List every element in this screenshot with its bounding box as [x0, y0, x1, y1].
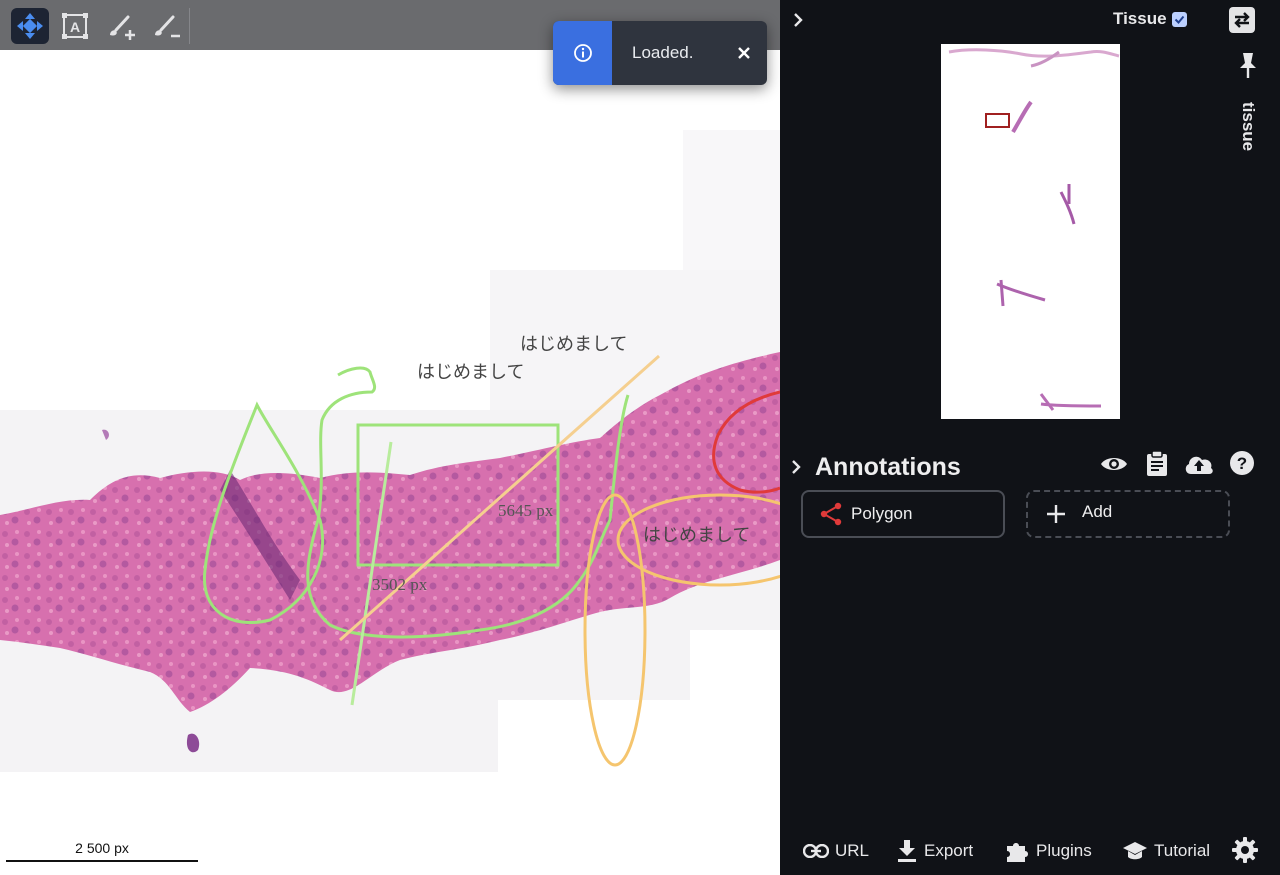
brush-add-tool-button[interactable]	[102, 8, 140, 44]
chevron-right-icon	[792, 460, 801, 474]
add-preset-button[interactable]: Add	[1026, 490, 1230, 538]
swap-icon	[1229, 7, 1255, 33]
pinned-layer-label: tissue	[1239, 102, 1258, 152]
annotation-text-label[interactable]: はじめまして	[643, 521, 750, 547]
upload-button[interactable]	[1183, 450, 1215, 478]
eye-icon	[1101, 458, 1127, 470]
pin-icon	[1240, 53, 1256, 78]
add-preset-label: Add	[1082, 502, 1113, 521]
layer-label: Tissue	[1113, 9, 1167, 28]
text-box-icon: A	[62, 13, 88, 39]
preset-polygon-label: Polygon	[851, 504, 913, 523]
navigate-tool-button[interactable]	[11, 8, 49, 44]
tile-gap	[690, 630, 780, 710]
help-button[interactable]: ?	[1228, 449, 1256, 477]
tutorial-label: Tutorial	[1154, 841, 1211, 860]
navigator-minimap[interactable]	[941, 44, 1120, 419]
slide-canvas[interactable]	[0, 0, 780, 875]
annotations-expand-button[interactable]	[788, 456, 804, 478]
export-button[interactable]: Export	[896, 836, 973, 866]
gear-icon	[1232, 837, 1258, 863]
svg-text:?: ?	[1237, 454, 1247, 473]
toast-icon-box	[553, 21, 612, 85]
preset-polygon[interactable]: Polygon	[801, 490, 1005, 538]
puzzle-icon	[1007, 843, 1028, 862]
plugins-label: Plugins	[1036, 841, 1092, 860]
panel-collapse-button[interactable]	[787, 8, 809, 32]
annotation-text-label[interactable]: はじめまして	[417, 358, 524, 384]
scale-bar-label: 2 500 px	[75, 840, 129, 856]
text-region-tool-button[interactable]: A	[56, 8, 94, 44]
clipboard-button[interactable]	[1143, 450, 1171, 478]
slide-viewer[interactable]: はじめまして はじめまして はじめまして 5645 px 3502 px 2 5…	[0, 0, 780, 875]
layer-visibility-checkbox[interactable]	[1172, 12, 1187, 27]
pinned-layer-label-box: tissue	[1228, 88, 1268, 151]
link-icon	[803, 844, 829, 858]
url-label: URL	[835, 841, 870, 860]
measurement-label: 5645 px	[498, 501, 554, 520]
brush-minus-icon	[155, 15, 180, 38]
help-icon: ?	[1230, 451, 1254, 475]
download-icon	[898, 840, 916, 862]
toolbar-divider	[189, 8, 190, 44]
toast-message: Loaded.	[632, 43, 694, 62]
brush-remove-tool-button[interactable]	[147, 8, 185, 44]
plus-icon	[1047, 505, 1065, 523]
tutorial-button[interactable]: Tutorial	[1122, 836, 1210, 866]
info-icon	[573, 44, 592, 62]
toast-close-button[interactable]	[731, 39, 757, 67]
annotation-text-label[interactable]: はじめまして	[520, 330, 627, 356]
scale-bar: 2 500 px	[6, 838, 198, 862]
plugins-button[interactable]: Plugins	[1004, 836, 1092, 866]
svg-text:A: A	[70, 19, 80, 35]
toggle-visibility-button[interactable]	[1100, 450, 1128, 478]
polygon-share-icon	[820, 502, 842, 526]
annotations-title: Annotations	[815, 453, 961, 481]
notification-toast: Loaded.	[553, 21, 767, 85]
swap-layers-button[interactable]	[1226, 4, 1258, 36]
cloud-upload-icon	[1185, 456, 1213, 474]
chevron-right-icon	[794, 13, 803, 27]
tile-background	[683, 130, 780, 270]
url-button[interactable]: URL	[803, 836, 869, 866]
graduation-cap-icon	[1123, 842, 1147, 860]
brush-plus-icon	[110, 15, 135, 40]
pin-button[interactable]	[1236, 50, 1260, 80]
minimap-thumbnail	[948, 48, 1120, 411]
clipboard-icon	[1147, 451, 1167, 476]
close-icon	[738, 47, 750, 59]
minimap-viewport-rect	[985, 113, 1010, 128]
settings-button[interactable]	[1231, 836, 1259, 864]
measurement-label: 3502 px	[372, 575, 428, 594]
check-icon	[1174, 15, 1185, 24]
move-arrows-icon	[17, 13, 43, 39]
export-label: Export	[924, 841, 974, 860]
